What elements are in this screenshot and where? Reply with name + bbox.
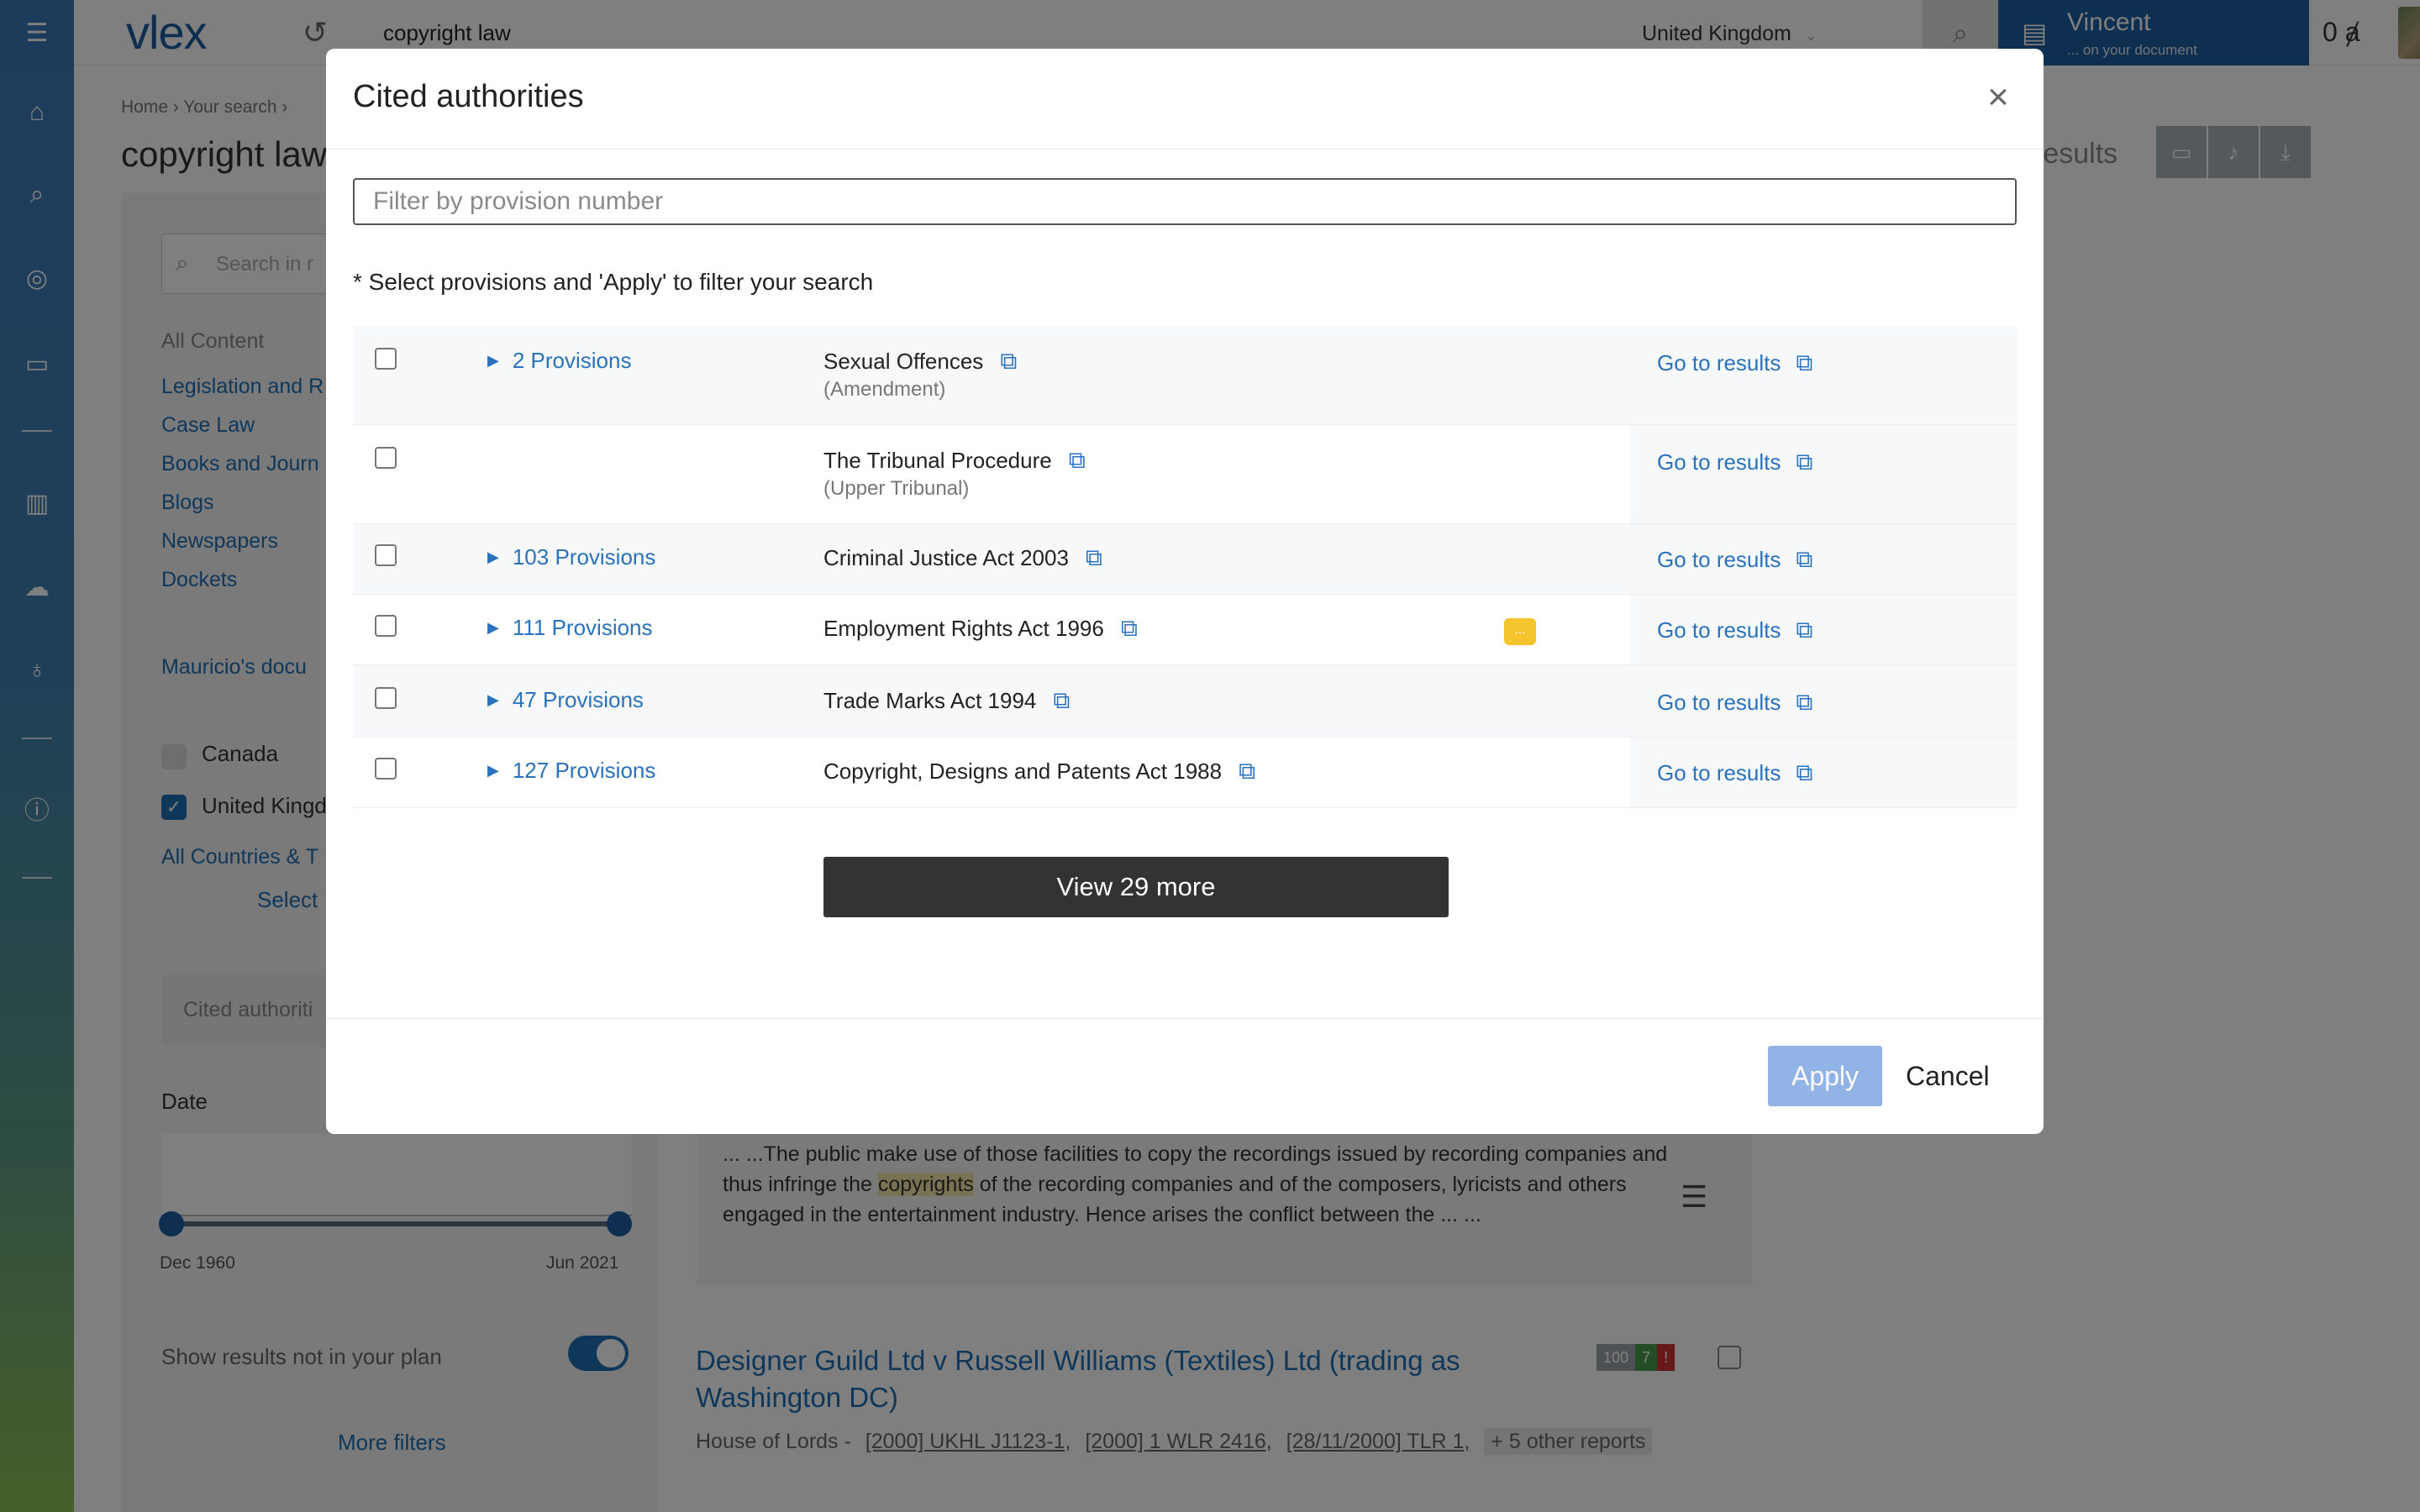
provisions-toggle[interactable]: ▶ 111 Provisions [487,615,653,641]
row-checkbox[interactable] [375,687,397,709]
go-to-results-link[interactable]: Go to results ⧉ [1657,617,1812,644]
cancel-button[interactable]: Cancel [1906,1046,1990,1106]
row-results-cell: Go to results ⧉ [1630,665,2017,737]
act-name: Sexual Offences ⧉ [823,348,1017,375]
external-link-icon: ⧉ [1796,689,1813,715]
filter-provision-input[interactable] [353,178,2017,225]
triangle-right-icon: ▶ [487,352,499,369]
external-link-icon[interactable]: ⧉ [1121,615,1138,643]
row-checkbox[interactable] [375,447,397,469]
act-name-text: Criminal Justice Act 2003 [823,545,1069,570]
act-name-text: The Tribunal Procedure [823,448,1052,473]
go-to-results-label: Go to results [1657,449,1781,475]
provisions-toggle[interactable]: ▶ 103 Provisions [487,544,655,570]
modal-header: Cited authorities × [326,49,2044,150]
provisions-toggle[interactable]: ▶ 127 Provisions [487,758,655,784]
table-row: The Tribunal Procedure ⧉ (Upper Tribunal)… [353,425,2017,524]
more-info-badge[interactable]: ... [1504,618,1536,645]
external-link-icon: ⧉ [1796,349,1813,375]
table-row: ▶ 111 Provisions Employment Rights Act 19… [353,595,2017,665]
row-checkbox[interactable] [375,758,397,780]
row-main-cell: ▶ 47 Provisions Trade Marks Act 1994 ⧉ [353,665,1630,737]
table-row: ▶ 103 Provisions Criminal Justice Act 200… [353,524,2017,595]
row-results-cell: Go to results ⧉ [1630,425,2017,523]
instructions-text: * Select provisions and 'Apply' to filte… [353,269,874,295]
apply-button[interactable]: Apply [1768,1046,1882,1106]
go-to-results-link[interactable]: Go to results ⧉ [1657,689,1812,717]
external-link-icon: ⧉ [1796,449,1813,475]
table-row: ▶ 2 Provisions Sexual Offences ⧉ (Amendmen… [353,326,2017,425]
row-main-cell: The Tribunal Procedure ⧉ (Upper Tribunal) [353,425,1630,523]
act-name: Employment Rights Act 1996 ⧉ [823,615,1138,643]
act-name: Copyright, Designs and Patents Act 1988 ⧉ [823,758,1255,785]
go-to-results-link[interactable]: Go to results ⧉ [1657,759,1812,787]
row-main-cell: ▶ 127 Provisions Copyright, Designs and P… [353,738,1630,807]
cited-authorities-modal: Cited authorities × * Select provisions … [326,49,2044,1134]
row-main-cell: ▶ 111 Provisions Employment Rights Act 19… [353,595,1630,664]
provisions-toggle[interactable]: ▶ 2 Provisions [487,348,631,374]
provisions-count: 47 Provisions [512,687,644,712]
triangle-right-icon: ▶ [487,619,499,636]
view-more-button[interactable]: View 29 more [823,857,1449,917]
row-main-cell: ▶ 2 Provisions Sexual Offences ⧉ (Amendmen… [353,326,1630,424]
go-to-results-link[interactable]: Go to results ⧉ [1657,546,1812,574]
act-name: Trade Marks Act 1994 ⧉ [823,687,1070,715]
row-results-cell: Go to results ⧉ [1630,595,2017,664]
provisions-toggle[interactable]: ▶ 47 Provisions [487,687,644,713]
modal-title: Cited authorities [353,79,584,114]
external-link-icon[interactable]: ⧉ [1239,758,1255,785]
row-results-cell: Go to results ⧉ [1630,524,2017,594]
act-name-text: Sexual Offences [823,349,984,374]
external-link-icon[interactable]: ⧉ [1086,544,1102,572]
act-name-text: Employment Rights Act 1996 [823,616,1104,641]
row-results-cell: Go to results ⧉ [1630,326,2017,424]
act-name: The Tribunal Procedure ⧉ [823,447,1086,475]
external-link-icon[interactable]: ⧉ [1053,687,1070,715]
triangle-right-icon: ▶ [487,549,499,565]
act-subtitle: (Upper Tribunal) [823,477,970,500]
close-icon[interactable]: × [1976,76,2020,119]
external-link-icon[interactable]: ⧉ [1000,348,1017,375]
external-link-icon[interactable]: ⧉ [1069,447,1086,475]
modal-footer: Apply Cancel [326,1018,2044,1134]
row-checkbox[interactable] [375,544,397,566]
row-main-cell: ▶ 103 Provisions Criminal Justice Act 200… [353,524,1630,594]
go-to-results-label: Go to results [1657,547,1781,572]
external-link-icon: ⧉ [1796,546,1813,572]
triangle-right-icon: ▶ [487,762,499,779]
row-results-cell: Go to results ⧉ [1630,738,2017,807]
go-to-results-label: Go to results [1657,350,1781,375]
act-name: Criminal Justice Act 2003 ⧉ [823,544,1102,572]
external-link-icon: ⧉ [1796,759,1813,785]
table-row: ▶ 127 Provisions Copyright, Designs and P… [353,738,2017,808]
provisions-count: 127 Provisions [512,758,656,783]
table-row: ▶ 47 Provisions Trade Marks Act 1994 ⧉ Go … [353,665,2017,738]
go-to-results-label: Go to results [1657,617,1781,643]
go-to-results-link[interactable]: Go to results ⧉ [1657,349,1812,377]
act-name-text: Trade Marks Act 1994 [823,688,1037,713]
act-name-text: Copyright, Designs and Patents Act 1988 [823,759,1223,784]
provisions-count: 103 Provisions [512,544,656,570]
provisions-count: 111 Provisions [512,615,653,640]
external-link-icon: ⧉ [1796,617,1813,643]
act-subtitle: (Amendment) [823,378,946,401]
go-to-results-link[interactable]: Go to results ⧉ [1657,449,1812,476]
provisions-count: 2 Provisions [512,348,632,373]
row-checkbox[interactable] [375,615,397,637]
row-checkbox[interactable] [375,348,397,370]
go-to-results-label: Go to results [1657,760,1781,785]
go-to-results-label: Go to results [1657,690,1781,715]
triangle-right-icon: ▶ [487,691,499,708]
